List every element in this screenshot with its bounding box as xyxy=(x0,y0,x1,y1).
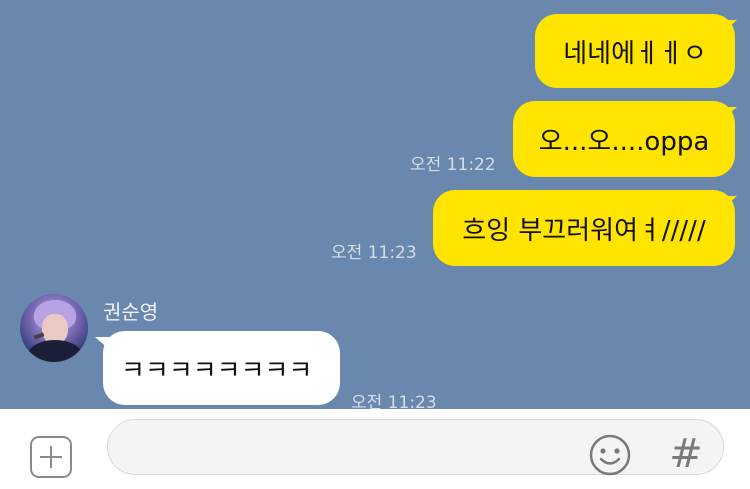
message-bubble-mine[interactable]: 네네에ㅔㅔㅇ xyxy=(535,14,735,88)
message-timestamp: 오전 11:23 xyxy=(351,393,437,409)
smiley-icon[interactable] xyxy=(588,433,632,477)
message-timestamp: 오전 11:22 xyxy=(410,155,496,175)
avatar[interactable] xyxy=(20,294,88,362)
message-text: 오...오....oppa xyxy=(538,126,710,157)
message-text: 네네에ㅔㅔㅇ xyxy=(563,38,707,69)
message-bubble-theirs[interactable]: ㅋㅋㅋㅋㅋㅋㅋㅋ xyxy=(103,331,340,405)
bubble-tail xyxy=(721,20,737,34)
sender-name: 권순영 xyxy=(103,300,159,324)
message-bubble-mine[interactable]: 흐잉 부끄러워여ㅕ///// xyxy=(433,190,735,266)
bubble-tail xyxy=(721,107,737,121)
hash-icon[interactable]: # xyxy=(668,432,704,476)
input-bar xyxy=(0,409,750,489)
message-bubble-mine[interactable]: 오...오....oppa xyxy=(513,101,735,177)
plus-icon[interactable] xyxy=(30,436,72,478)
bubble-tail xyxy=(95,337,111,351)
message-timestamp: 오전 11:23 xyxy=(331,243,417,263)
message-text: 흐잉 부끄러워여ㅕ///// xyxy=(462,215,706,246)
message-text: ㅋㅋㅋㅋㅋㅋㅋㅋ xyxy=(121,355,313,386)
bubble-tail xyxy=(721,196,737,210)
chat-area[interactable]: 네네에ㅔㅔㅇ 오...오....oppa 오전 11:22 흐잉 부끄러워여ㅕ/… xyxy=(0,0,750,409)
